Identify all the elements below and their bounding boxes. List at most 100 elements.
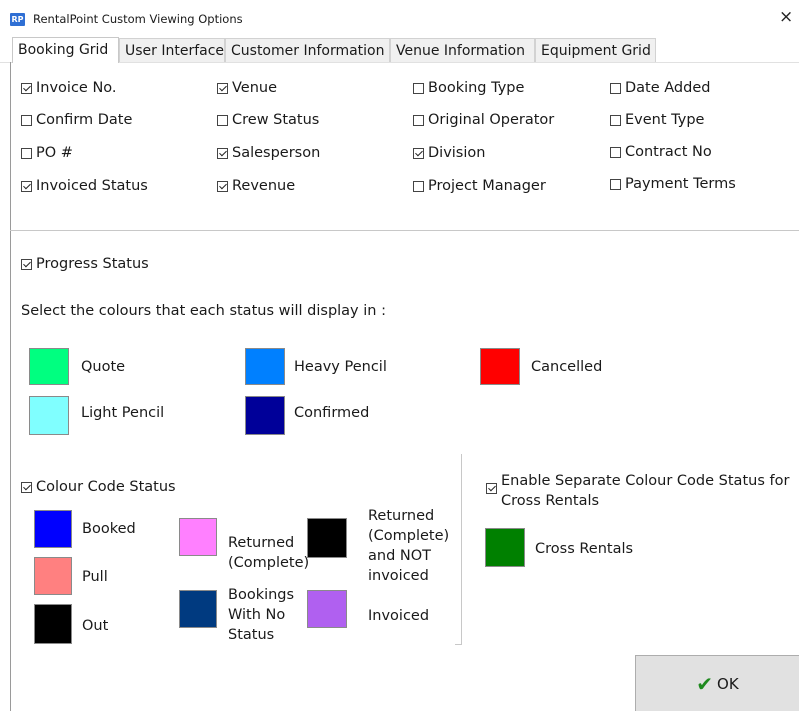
checkbox-box[interactable] [21, 147, 32, 159]
tab-user-interface[interactable]: User Interface [119, 38, 225, 62]
revenue-checkbox[interactable]: Revenue [217, 178, 295, 194]
checkbox-box[interactable] [217, 82, 228, 94]
checkbox-label: Division [428, 145, 486, 161]
event-type-checkbox[interactable]: Event Type [610, 112, 704, 128]
tab-equipment-grid[interactable]: Equipment Grid [535, 38, 656, 62]
section-divider [10, 230, 799, 231]
salesperson-checkbox[interactable]: Salesperson [217, 145, 320, 161]
checkbox-box[interactable] [21, 82, 32, 94]
date-added-checkbox[interactable]: Date Added [610, 80, 710, 96]
contract-no-checkbox[interactable]: Contract No [610, 144, 712, 160]
checkbox-label: Payment Terms [625, 176, 736, 192]
quote-label: Quote [81, 359, 126, 375]
checkbox-label: Crew Status [232, 112, 320, 128]
division-checkbox[interactable]: Division [413, 145, 485, 161]
checkbox-label: Date Added [625, 80, 711, 96]
original-operator-checkbox[interactable]: Original Operator [413, 112, 554, 128]
cross-rentals-label: Cross Rentals [535, 541, 634, 557]
cross-rentals-colour-swatch[interactable] [485, 528, 525, 567]
checkbox-box[interactable] [21, 180, 32, 192]
checkbox-label: Event Type [625, 112, 705, 128]
checkbox-box[interactable] [21, 258, 32, 270]
checkbox-label: Original Operator [428, 112, 555, 128]
checkbox-box[interactable] [486, 483, 497, 494]
checkbox-box[interactable] [610, 146, 621, 158]
confirm-date-checkbox[interactable]: Confirm Date [21, 112, 132, 128]
progress-status-checkbox[interactable]: Progress Status [21, 256, 149, 272]
checkbox-label: Invoiced Status [36, 178, 148, 194]
close-icon[interactable]: × [779, 9, 793, 26]
pull-colour-swatch[interactable] [34, 557, 72, 595]
checkbox-label: PO # [36, 145, 73, 161]
cross-rentals-checkbox[interactable]: Enable Separate Colour Code Status for C… [486, 471, 791, 511]
vertical-divider [461, 454, 462, 645]
confirmed-label: Confirmed [294, 405, 370, 421]
pull-label: Pull [82, 569, 108, 585]
out-colour-swatch[interactable] [34, 604, 72, 644]
ok-label: OK [717, 674, 739, 693]
checkbox-box[interactable] [413, 114, 424, 126]
checkbox-box[interactable] [610, 114, 621, 126]
checkbox-label: Confirm Date [36, 112, 133, 128]
venue-checkbox[interactable]: Venue [217, 80, 277, 96]
po-number-checkbox[interactable]: PO # [21, 145, 73, 161]
checkbox-label: Enable Separate Colour Code Status for C… [501, 473, 790, 509]
checkbox-label: Progress Status [36, 256, 149, 272]
tab-venue-information[interactable]: Venue Information [390, 38, 535, 62]
checkbox-box[interactable] [21, 114, 32, 126]
light-pencil-label: Light Pencil [81, 405, 165, 421]
checkbox-label: Contract No [625, 144, 712, 160]
checkbox-box[interactable] [217, 180, 228, 192]
ok-button[interactable]: ✔ OK [635, 655, 799, 711]
bookings-no-status-colour-swatch[interactable] [179, 590, 217, 628]
returned-complete-label: Returned (Complete) [228, 535, 310, 571]
checkbox-label: Salesperson [232, 145, 321, 161]
checkbox-box[interactable] [217, 114, 228, 126]
payment-terms-checkbox[interactable]: Payment Terms [610, 176, 736, 192]
checkmark-icon: ✔ [696, 671, 714, 696]
booking-type-checkbox[interactable]: Booking Type [413, 80, 524, 96]
checkbox-box[interactable] [21, 481, 32, 493]
out-label: Out [82, 618, 109, 634]
checkbox-box[interactable] [610, 178, 621, 190]
returned-not-invoiced-colour-swatch[interactable] [307, 518, 347, 558]
checkbox-box[interactable] [610, 82, 621, 94]
crew-status-checkbox[interactable]: Crew Status [217, 112, 319, 128]
light-pencil-colour-swatch[interactable] [29, 396, 69, 435]
checkbox-label: Venue [232, 80, 278, 96]
checkbox-label: Invoice No. [36, 80, 117, 96]
title-bar: RP RentalPoint Custom Viewing Options × [0, 0, 799, 36]
booked-label: Booked [82, 521, 136, 537]
left-border [10, 62, 11, 711]
quote-colour-swatch[interactable] [29, 348, 69, 385]
bookings-no-status-label: Bookings With No Status [228, 587, 295, 643]
app-icon: RP [10, 13, 25, 26]
tab-booking-grid[interactable]: Booking Grid [12, 37, 119, 63]
checkbox-box[interactable] [413, 82, 424, 94]
booked-colour-swatch[interactable] [34, 510, 72, 548]
cancelled-colour-swatch[interactable] [480, 348, 520, 385]
invoiced-label: Invoiced [368, 608, 430, 624]
window-title: RentalPoint Custom Viewing Options [33, 12, 243, 26]
checkbox-box[interactable] [217, 147, 228, 159]
tab-divider [0, 62, 799, 63]
checkbox-label: Colour Code Status [36, 479, 176, 495]
checkbox-box[interactable] [413, 147, 424, 159]
project-manager-checkbox[interactable]: Project Manager [413, 178, 546, 194]
checkbox-box[interactable] [413, 180, 424, 192]
heavy-pencil-label: Heavy Pencil [294, 359, 387, 375]
colour-code-status-checkbox[interactable]: Colour Code Status [21, 479, 176, 495]
cancelled-label: Cancelled [531, 359, 603, 375]
colour-instruction: Select the colours that each status will… [21, 303, 386, 319]
returned-complete-colour-swatch[interactable] [179, 518, 217, 556]
heavy-pencil-colour-swatch[interactable] [245, 348, 285, 385]
divider-corner [455, 644, 462, 645]
returned-not-invoiced-label: Returned (Complete) and NOT invoiced [368, 508, 450, 584]
checkbox-label: Revenue [232, 178, 296, 194]
tab-customer-information[interactable]: Customer Information [225, 38, 390, 62]
invoiced-status-checkbox[interactable]: Invoiced Status [21, 178, 148, 194]
confirmed-colour-swatch[interactable] [245, 396, 285, 435]
checkbox-label: Booking Type [428, 80, 525, 96]
invoice-no-checkbox[interactable]: Invoice No. [21, 80, 117, 96]
invoiced-colour-swatch[interactable] [307, 590, 347, 628]
